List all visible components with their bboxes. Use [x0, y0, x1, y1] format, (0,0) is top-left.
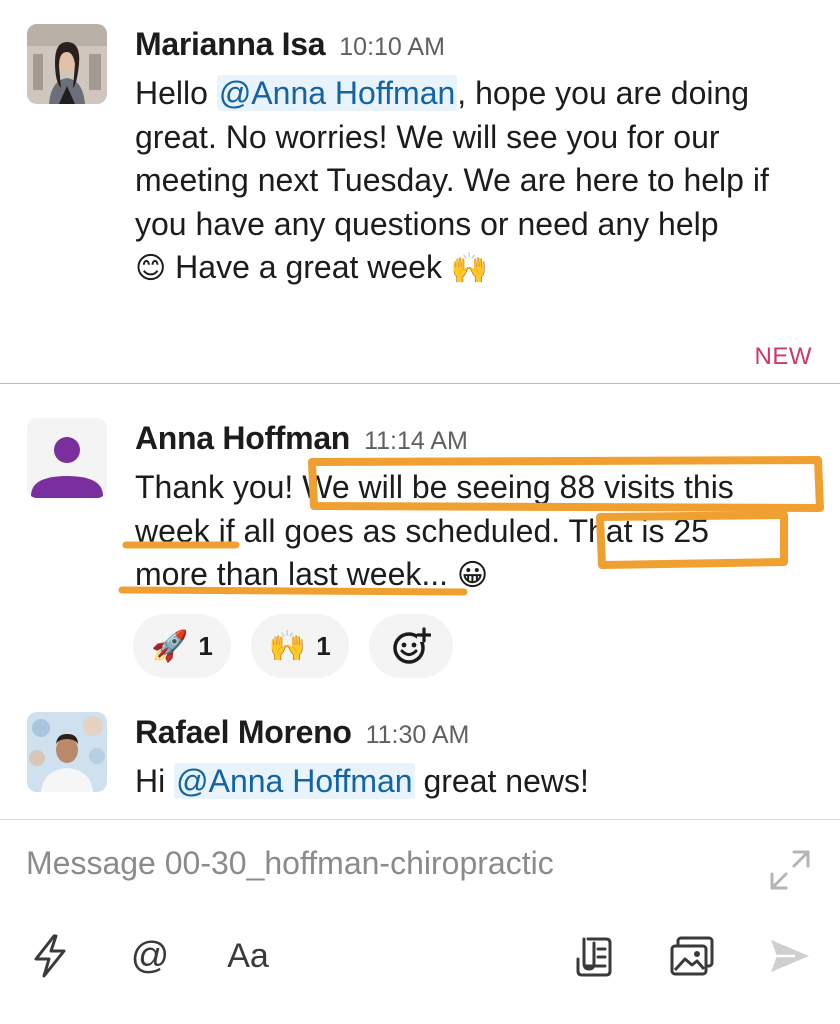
text-format-icon: Aa	[227, 936, 269, 975]
format-button[interactable]: Aa	[222, 930, 274, 982]
message-text: Hi @Anna Hoffman great news!	[135, 763, 589, 799]
message-line: more than last week... 😀	[135, 556, 489, 593]
message-text: Thank you! We will be seeing 88 visits t…	[135, 466, 810, 598]
reaction-count: 1	[316, 630, 331, 661]
timestamp[interactable]: 10:10 AM	[339, 33, 445, 62]
photo-button[interactable]	[668, 930, 716, 982]
expand-icon	[770, 850, 810, 890]
message-input[interactable]: Message 00-30_hoffman-chiropractic	[26, 845, 554, 882]
attach-file-icon	[576, 937, 612, 977]
reactions-bar: 🚀 1 🙌 1	[133, 614, 453, 678]
author-name[interactable]: Marianna Isa	[135, 26, 326, 63]
raised-hands-emoji: 🙌	[268, 628, 307, 664]
add-reaction-icon	[392, 627, 431, 664]
mention-anna[interactable]: @Anna Hoffman	[216, 75, 458, 111]
photo-icon	[670, 936, 714, 976]
lightning-icon	[34, 934, 66, 978]
author-name[interactable]: Rafael Moreno	[135, 714, 352, 751]
grinning-emoji: 😀	[456, 558, 489, 593]
composer-divider	[0, 819, 840, 820]
attach-file-button[interactable]	[570, 930, 616, 982]
avatar-marianna[interactable]	[27, 24, 107, 104]
message-line: week if all goes as scheduled. That is 2…	[135, 512, 709, 549]
raised-hands-emoji: 🙌	[450, 251, 489, 286]
add-reaction-button[interactable]	[368, 614, 453, 678]
message-line: Thank you! We will be seeing 88 visits t…	[135, 469, 734, 505]
new-messages-label: NEW	[754, 343, 812, 370]
new-messages-divider	[0, 383, 840, 384]
shortcuts-button[interactable]	[28, 930, 72, 982]
avatar-rafael[interactable]	[27, 712, 107, 792]
send-icon	[771, 940, 809, 972]
reaction-rocket[interactable]: 🚀 1	[133, 614, 231, 678]
at-icon: @	[130, 934, 170, 977]
timestamp[interactable]: 11:30 AM	[366, 721, 470, 750]
expand-button[interactable]	[768, 848, 812, 892]
smile-emoji: 😊	[135, 251, 167, 286]
message-text: Hello @Anna Hoffman, hope you are doing …	[135, 75, 769, 286]
rocket-emoji: 🚀	[151, 628, 189, 664]
reaction-raised-hands[interactable]: 🙌 1	[250, 614, 349, 678]
send-button[interactable]	[766, 930, 812, 982]
author-name[interactable]: Anna Hoffman	[135, 420, 350, 457]
mention-button[interactable]: @	[126, 930, 174, 982]
timestamp[interactable]: 11:14 AM	[364, 427, 468, 456]
mention-anna[interactable]: @Anna Hoffman	[174, 763, 415, 799]
reaction-count: 1	[198, 630, 213, 661]
avatar-anna[interactable]	[27, 418, 107, 498]
user-icon	[31, 437, 103, 498]
